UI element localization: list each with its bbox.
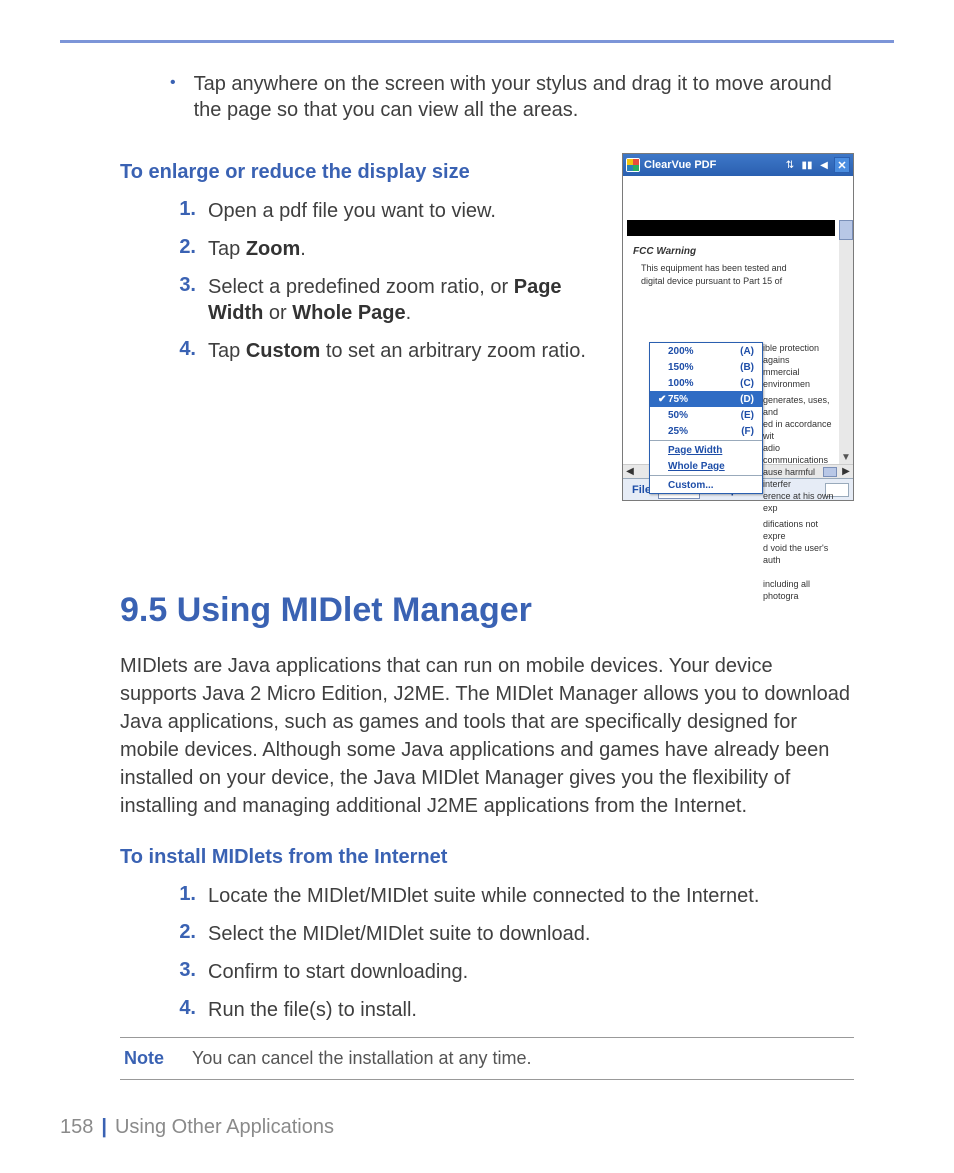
- zoom-menu-item-50[interactable]: 50%(E): [650, 407, 762, 423]
- step-number: 1.: [170, 198, 196, 224]
- doc-text-line: This equipment has been tested and: [623, 263, 839, 276]
- zoom-menu-item-200[interactable]: 200%(A): [650, 343, 762, 359]
- bullet-list: • Tap anywhere on the screen with your s…: [120, 71, 854, 123]
- start-icon[interactable]: [626, 158, 640, 172]
- window-titlebar: ClearVue PDF ⇅ ▮▮ ◀ ✕: [623, 154, 853, 176]
- page-footer: 158 | Using Other Applications: [60, 1116, 334, 1139]
- speaker-icon[interactable]: ◀: [817, 158, 831, 172]
- zoom-menu-page-width[interactable]: Page Width: [650, 442, 762, 458]
- step-number: 2.: [170, 921, 196, 947]
- step-number: 3.: [170, 274, 196, 326]
- top-rule: [60, 40, 894, 43]
- step-number: 4.: [170, 997, 196, 1023]
- footer-separator: |: [101, 1116, 107, 1139]
- step-text: Confirm to start downloading.: [208, 959, 468, 985]
- zoom-step-3: 3. Select a predefined zoom ratio, or Pa…: [170, 274, 604, 326]
- midlet-step-4: 4. Run the file(s) to install.: [170, 997, 854, 1023]
- zoom-menu-item-100[interactable]: 100%(C): [650, 375, 762, 391]
- step-number: 4.: [170, 338, 196, 364]
- step-number: 2.: [170, 236, 196, 262]
- footer-chapter: Using Other Applications: [115, 1116, 334, 1139]
- menu-separator: [650, 475, 762, 476]
- step-text: Tap Custom to set an arbitrary zoom rati…: [208, 338, 586, 364]
- clearvue-screenshot: ClearVue PDF ⇅ ▮▮ ◀ ✕ FCC Warning This e…: [622, 153, 854, 501]
- midlet-steps: 1. Locate the MIDlet/MIDlet suite while …: [120, 883, 854, 1023]
- zoom-step-2: 2. Tap Zoom.: [170, 236, 604, 262]
- doc-black-bar: [627, 220, 835, 236]
- note-label: Note: [124, 1048, 164, 1069]
- zoom-menu-whole-page[interactable]: Whole Page: [650, 458, 762, 474]
- document-viewport[interactable]: FCC Warning This equipment has been test…: [623, 220, 853, 464]
- midlet-paragraph: MIDlets are Java applications that can r…: [120, 652, 854, 820]
- bullet-dot-icon: •: [170, 71, 176, 123]
- zoom-menu-item-25[interactable]: 25%(F): [650, 423, 762, 439]
- fcc-heading: FCC Warning: [623, 240, 839, 263]
- zoom-step-4: 4. Tap Custom to set an arbitrary zoom r…: [170, 338, 604, 364]
- zoom-menu-item-75[interactable]: ✔75%(D): [650, 391, 762, 407]
- step-text: Select the MIDlet/MIDlet suite to downlo…: [208, 921, 590, 947]
- connectivity-icon[interactable]: ⇅: [783, 158, 797, 172]
- page-number: 158: [60, 1116, 93, 1139]
- bullet-text: Tap anywhere on the screen with your sty…: [194, 71, 854, 123]
- zoom-steps: 1. Open a pdf file you want to view. 2. …: [120, 198, 604, 364]
- window-title: ClearVue PDF: [644, 159, 779, 171]
- check-icon: ✔: [658, 394, 668, 405]
- signal-icon[interactable]: ▮▮: [800, 158, 814, 172]
- step-text: Select a predefined zoom ratio, or Page …: [208, 274, 604, 326]
- midlet-step-3: 3. Confirm to start downloading.: [170, 959, 854, 985]
- doc-background-text: ible protection agains mmercial environm…: [763, 342, 835, 602]
- step-text: Run the file(s) to install.: [208, 997, 417, 1023]
- note-block: Note You can cancel the installation at …: [120, 1037, 854, 1080]
- step-number: 1.: [170, 883, 196, 909]
- midlet-subheading: To install MIDlets from the Internet: [120, 846, 854, 869]
- midlet-step-1: 1. Locate the MIDlet/MIDlet suite while …: [170, 883, 854, 909]
- menu-separator: [650, 440, 762, 441]
- midlet-step-2: 2. Select the MIDlet/MIDlet suite to dow…: [170, 921, 854, 947]
- bullet-item: • Tap anywhere on the screen with your s…: [170, 71, 854, 123]
- step-text: Open a pdf file you want to view.: [208, 198, 496, 224]
- zoom-menu-item-150[interactable]: 150%(B): [650, 359, 762, 375]
- step-text: Tap Zoom.: [208, 236, 306, 262]
- step-text: Locate the MIDlet/MIDlet suite while con…: [208, 883, 759, 909]
- note-text: You can cancel the installation at any t…: [192, 1048, 532, 1069]
- zoom-menu: 200%(A) 150%(B) 100%(C) ✔75%(D) 50%(E) 2…: [649, 342, 763, 494]
- scrollbar-down-icon[interactable]: ▼: [839, 450, 853, 464]
- section-heading-midlet: 9.5 Using MIDlet Manager: [120, 591, 854, 630]
- zoom-menu-custom[interactable]: Custom...: [650, 477, 762, 493]
- close-button[interactable]: ✕: [834, 157, 850, 173]
- scrollbar-right-icon[interactable]: ▶: [839, 465, 853, 479]
- step-number: 3.: [170, 959, 196, 985]
- scrollbar-left-icon[interactable]: ◀: [623, 465, 637, 479]
- zoom-subheading: To enlarge or reduce the display size: [120, 161, 604, 184]
- scrollbar-thumb-vertical[interactable]: [839, 220, 853, 240]
- doc-text-line: digital device pursuant to Part 15 of: [623, 276, 839, 289]
- zoom-step-1: 1. Open a pdf file you want to view.: [170, 198, 604, 224]
